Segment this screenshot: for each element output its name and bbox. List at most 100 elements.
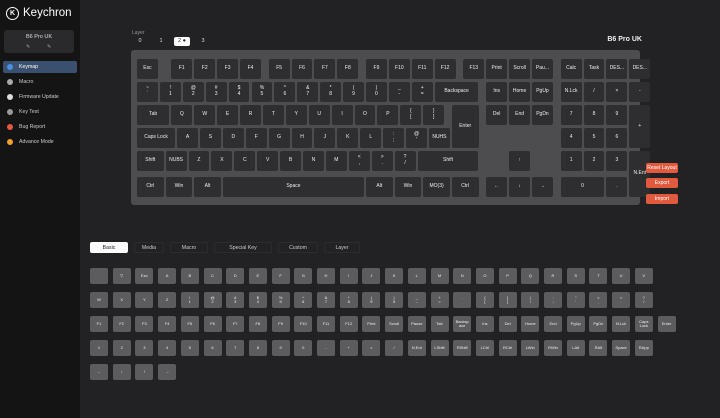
key-tab[interactable]: Tab xyxy=(137,105,170,125)
key-n[interactable]: N xyxy=(303,151,324,171)
key-sym[interactable]: :; xyxy=(383,128,405,148)
palette-key-f1[interactable]: F1 xyxy=(90,316,108,332)
key-pgdn[interactable]: PgDn xyxy=(532,105,553,125)
key-sym[interactable]: . xyxy=(606,177,628,197)
key-sym[interactable]: _ - xyxy=(388,82,410,102)
key-8[interactable]: * 8 xyxy=(320,82,342,102)
key-nuhs[interactable]: NUHS xyxy=(428,128,450,148)
key-d[interactable]: D xyxy=(222,128,244,148)
palette-key-sym[interactable]: " ' xyxy=(566,292,585,308)
palette-key-4[interactable]: 4 xyxy=(158,340,177,356)
key-a[interactable]: A xyxy=(177,128,198,148)
key-6[interactable]: 6 xyxy=(606,128,628,148)
palette-key-7[interactable]: 7 xyxy=(226,340,245,356)
key-sym[interactable]: × xyxy=(606,82,628,102)
key-h[interactable]: H xyxy=(291,128,313,148)
palette-key-j[interactable]: J xyxy=(362,268,381,284)
palette-key-sym[interactable]: × xyxy=(362,340,381,356)
key-f12[interactable]: F12 xyxy=(434,59,456,79)
key-5[interactable]: 5 xyxy=(583,128,605,148)
key-v[interactable]: V xyxy=(257,151,279,171)
palette-key-sym[interactable]: / xyxy=(385,340,404,356)
key-e[interactable]: E xyxy=(217,105,239,125)
key-f3[interactable]: F3 xyxy=(217,59,239,79)
key-f10[interactable]: F10 xyxy=(388,59,410,79)
palette-key-pause[interactable]: Pause xyxy=(407,316,426,332)
key-ins[interactable]: Ins xyxy=(486,82,508,102)
key-sym[interactable]: >. xyxy=(371,151,393,171)
palette-key-1[interactable]: 1 xyxy=(90,340,108,356)
tab-macro[interactable]: Macro xyxy=(170,242,208,253)
palette-key-6[interactable]: 6 xyxy=(203,340,222,356)
key-esc[interactable]: Esc xyxy=(137,59,158,79)
key-scroll[interactable]: Scroll xyxy=(509,59,531,79)
palette-key-scroll[interactable]: Scroll xyxy=(385,316,404,332)
palette-key-d[interactable]: D xyxy=(226,268,245,284)
key-3[interactable]: 3 xyxy=(606,151,628,171)
layer-button-2[interactable]: 2 ● xyxy=(174,37,190,46)
key-sym[interactable]: - xyxy=(629,82,651,102)
tab-layer[interactable]: Layer xyxy=(324,242,360,253)
palette-key-p[interactable]: P xyxy=(498,268,517,284)
key-f2[interactable]: F2 xyxy=(194,59,216,79)
palette-key-t[interactable]: T xyxy=(589,268,608,284)
palette-key-q[interactable]: Q xyxy=(521,268,540,284)
palette-key-sym[interactable]: | \ xyxy=(521,292,540,308)
tab-media[interactable]: Media xyxy=(134,242,164,253)
palette-key-lwin[interactable]: LWin xyxy=(521,340,540,356)
palette-key-sym[interactable]: → xyxy=(158,364,177,380)
palette-key-backsp-ace[interactable]: Backsp ace xyxy=(453,316,472,332)
key-nubs[interactable]: NUBS xyxy=(165,151,187,171)
key-space[interactable]: Space xyxy=(222,177,364,197)
palette-key-tab[interactable]: Tab xyxy=(430,316,449,332)
palette-key-n-ent[interactable]: N.Ent xyxy=(407,340,426,356)
palette-key-lshift[interactable]: LShift xyxy=(430,340,449,356)
palette-key-sym[interactable]: >. xyxy=(612,292,631,308)
key-sym[interactable]: }] xyxy=(423,105,445,125)
key-0[interactable]: ) 0 xyxy=(366,82,387,102)
key-sym[interactable]: ~ ` xyxy=(137,82,158,102)
key-p[interactable]: P xyxy=(377,105,399,125)
palette-key-f2[interactable]: F2 xyxy=(112,316,131,332)
palette-key-ralt[interactable]: RAlt xyxy=(589,340,608,356)
key-sym[interactable]: <, xyxy=(348,151,370,171)
palette-key-sym[interactable]: :; xyxy=(544,292,562,308)
palette-key-0[interactable]: 0 xyxy=(294,340,313,356)
palette-key-1[interactable]: ! 1 xyxy=(180,292,199,308)
key-home[interactable]: Home xyxy=(509,82,531,102)
key-sym[interactable]: @ ' xyxy=(406,128,427,148)
palette-key-rshift[interactable]: RShift xyxy=(453,340,472,356)
palette-key-x[interactable]: X xyxy=(112,292,131,308)
edit-icon[interactable]: ✎ xyxy=(26,44,30,50)
key-1[interactable]: ! 1 xyxy=(159,82,181,102)
key-9[interactable]: 9 xyxy=(606,105,628,125)
sidebar-item-keymap[interactable]: Keymap xyxy=(3,61,77,73)
key-f9[interactable]: F9 xyxy=(366,59,387,79)
key-0[interactable]: 0 xyxy=(560,177,605,197)
key-ctrl[interactable]: Ctrl xyxy=(137,177,164,197)
sidebar-item-macro[interactable]: Macro xyxy=(3,76,77,88)
palette-key-3[interactable]: 3 xyxy=(135,340,154,356)
palette-key-s[interactable]: S xyxy=(566,268,585,284)
sidebar-item-firmware-update[interactable]: Firmware Update xyxy=(3,91,77,103)
key-shift[interactable]: Shift xyxy=(137,151,164,171)
palette-key-e[interactable]: E xyxy=(248,268,267,284)
key-k[interactable]: K xyxy=(337,128,359,148)
palette-key-sym[interactable]: ? / xyxy=(634,292,653,308)
reset-layout-button[interactable]: Reset Layout xyxy=(646,163,678,173)
key-6[interactable]: ^ 6 xyxy=(274,82,296,102)
key-7[interactable]: & 7 xyxy=(297,82,319,102)
key-sym[interactable]: + = xyxy=(411,82,433,102)
palette-key-u[interactable]: U xyxy=(612,268,631,284)
key-sym[interactable]: {[ xyxy=(400,105,422,125)
palette-key-end[interactable]: End xyxy=(544,316,562,332)
palette-key-sym[interactable]: + = xyxy=(430,292,449,308)
palette-key-f3[interactable]: F3 xyxy=(135,316,154,332)
key-2[interactable]: 2 xyxy=(583,151,605,171)
export-button[interactable]: Export xyxy=(646,178,678,188)
palette-key-k[interactable]: K xyxy=(385,268,404,284)
key-task[interactable]: Task xyxy=(583,59,605,79)
key-sym[interactable]: + xyxy=(629,105,651,148)
key-4[interactable]: $4 xyxy=(228,82,250,102)
key-2[interactable]: @2 xyxy=(182,82,204,102)
